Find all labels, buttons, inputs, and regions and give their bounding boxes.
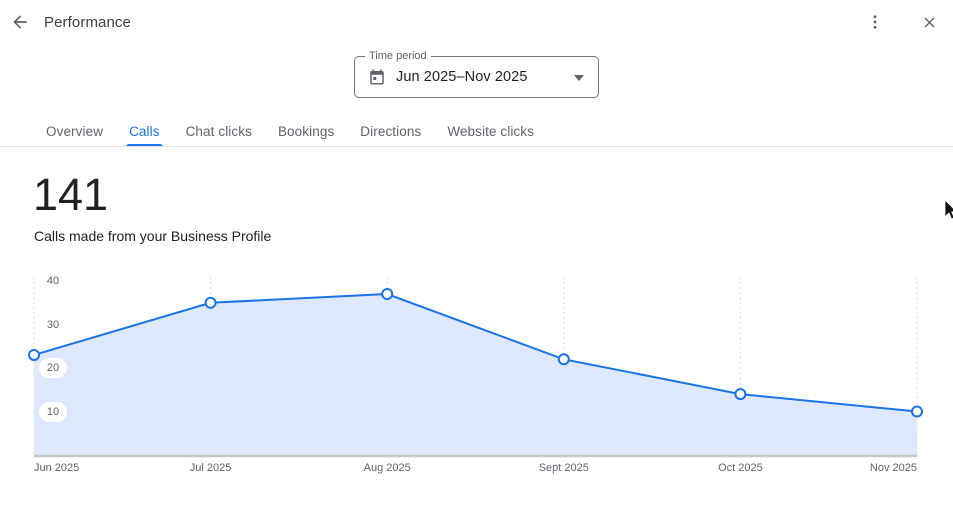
time-period-label: Time period bbox=[365, 50, 431, 63]
calls-chart: 40 30 20 10 Jun 2025 Jul 2025 Aug 2025 Sept 202… bbox=[0, 255, 953, 495]
x-axis-label-nov-2025: Nov 2025 bbox=[870, 462, 917, 474]
tab-calls[interactable]: Calls bbox=[129, 115, 160, 147]
data-point-jul-2025[interactable] bbox=[206, 298, 216, 308]
more-options-button[interactable] bbox=[859, 6, 891, 38]
tabs: Overview Calls Chat clicks Bookings Directio… bbox=[0, 115, 953, 147]
tab-chat-clicks[interactable]: Chat clicks bbox=[186, 115, 252, 147]
tab-overview[interactable]: Overview bbox=[46, 115, 103, 147]
calendar-icon bbox=[368, 68, 386, 86]
calls-line-chart bbox=[0, 255, 953, 495]
time-period-value: Jun 2025–Nov 2025 bbox=[396, 69, 528, 85]
header: Performance bbox=[0, 0, 953, 44]
tab-label: Chat clicks bbox=[186, 124, 252, 139]
tab-label: Website clicks bbox=[447, 124, 534, 139]
tabs-divider bbox=[0, 146, 953, 147]
y-axis-tick-30: 30 bbox=[39, 315, 67, 335]
tab-website-clicks[interactable]: Website clicks bbox=[447, 115, 534, 147]
x-axis-label-sept-2025: Sept 2025 bbox=[539, 462, 589, 474]
data-point-oct-2025[interactable] bbox=[735, 389, 745, 399]
x-axis-label-oct-2025: Oct 2025 bbox=[718, 462, 763, 474]
arrow-left-icon bbox=[10, 12, 30, 32]
y-axis-tick-40: 40 bbox=[39, 271, 67, 291]
tab-label: Directions bbox=[360, 124, 421, 139]
data-point-jun-2025[interactable] bbox=[29, 350, 39, 360]
time-period-select[interactable]: Time period Jun 2025–Nov 2025 bbox=[354, 56, 599, 98]
close-button[interactable] bbox=[913, 6, 945, 38]
data-point-sept-2025[interactable] bbox=[559, 354, 569, 364]
y-axis-tick-10: 10 bbox=[39, 402, 67, 422]
kebab-menu-icon bbox=[866, 13, 884, 31]
data-point-aug-2025[interactable] bbox=[382, 289, 392, 299]
tab-label: Bookings bbox=[278, 124, 334, 139]
x-axis-label-aug-2025: Aug 2025 bbox=[364, 462, 411, 474]
back-button[interactable] bbox=[4, 6, 36, 38]
tab-label: Overview bbox=[46, 124, 103, 139]
data-point-nov-2025[interactable] bbox=[912, 407, 922, 417]
chevron-down-icon bbox=[574, 75, 584, 81]
tab-bookings[interactable]: Bookings bbox=[278, 115, 334, 147]
x-axis-label-jun-2025: Jun 2025 bbox=[34, 462, 79, 474]
x-axis-label-jul-2025: Jul 2025 bbox=[190, 462, 232, 474]
mouse-cursor bbox=[944, 199, 953, 221]
tab-label: Calls bbox=[129, 124, 160, 139]
metric-caption: Calls made from your Business Profile bbox=[34, 228, 271, 244]
page-title: Performance bbox=[44, 14, 131, 31]
tab-directions[interactable]: Directions bbox=[360, 115, 421, 147]
metric-value: 141 bbox=[33, 168, 108, 222]
close-icon bbox=[921, 14, 938, 31]
y-axis-tick-20: 20 bbox=[39, 358, 67, 378]
